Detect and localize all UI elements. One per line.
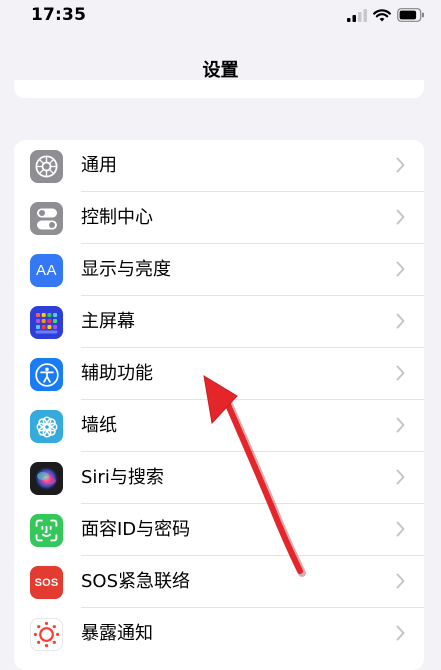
settings-row-label: 暴露通知 xyxy=(81,623,153,644)
page-title: 设置 xyxy=(202,60,239,81)
settings-row-siri-search[interactable]: Siri与搜索 xyxy=(14,452,424,504)
chevron-right-icon xyxy=(396,313,405,329)
exposure-icon xyxy=(30,618,63,651)
wifi-icon xyxy=(373,8,391,21)
chevron-right-icon xyxy=(396,417,405,433)
gear-icon xyxy=(30,150,63,183)
flower-icon xyxy=(30,410,63,443)
settings-row-label: 主屏幕 xyxy=(81,311,135,332)
status-time: 17:35 xyxy=(31,5,87,25)
accessibility-icon xyxy=(30,358,63,391)
settings-row-label: 显示与亮度 xyxy=(81,259,171,280)
sos-icon: SOS xyxy=(30,566,63,599)
settings-row-label: 控制中心 xyxy=(81,207,153,228)
chevron-right-icon xyxy=(396,365,405,381)
settings-row-face-id-passcode[interactable]: 面容ID与密码 xyxy=(14,504,424,556)
chevron-right-icon xyxy=(396,625,405,641)
status-bar: 17:35 xyxy=(0,0,441,36)
settings-row-label: 通用 xyxy=(81,155,117,176)
siri-icon xyxy=(30,462,63,495)
chevron-right-icon xyxy=(396,469,405,485)
settings-row-home-screen[interactable]: 主屏幕 xyxy=(14,296,424,348)
settings-row-label: 墙纸 xyxy=(81,415,117,436)
settings-row-display-brightness[interactable]: AA 显示与亮度 xyxy=(14,244,424,296)
chevron-right-icon xyxy=(396,157,405,173)
sos-glyph: SOS xyxy=(34,576,59,589)
settings-row-wallpaper[interactable]: 墙纸 xyxy=(14,400,424,452)
settings-row-label: 辅助功能 xyxy=(81,363,153,384)
status-icons xyxy=(347,7,425,23)
text-size-icon: AA xyxy=(30,254,63,287)
toggles-icon xyxy=(30,202,63,235)
cellular-signal-icon xyxy=(347,8,367,22)
settings-list: 通用 控制中心 AA 显示与亮度 主屏幕 辅助功能 墙纸 Siri与搜索 面容I… xyxy=(14,140,424,670)
settings-row-label: Siri与搜索 xyxy=(81,467,164,488)
chevron-right-icon xyxy=(396,209,405,225)
chevron-right-icon xyxy=(396,521,405,537)
settings-row-exposure-notifications[interactable]: 暴露通知 xyxy=(14,608,424,660)
text-size-glyph: AA xyxy=(35,262,57,279)
chevron-right-icon xyxy=(396,261,405,277)
settings-row-label: SOS紧急联络 xyxy=(81,571,191,592)
search-field-remnant[interactable] xyxy=(14,80,424,98)
app-grid-icon xyxy=(30,306,63,339)
settings-row-emergency-sos[interactable]: SOS SOS紧急联络 xyxy=(14,556,424,608)
settings-row-label: 面容ID与密码 xyxy=(81,519,191,540)
face-id-icon xyxy=(30,514,63,547)
settings-row-control-center[interactable]: 控制中心 xyxy=(14,192,424,244)
battery-icon xyxy=(397,8,424,22)
settings-row-general[interactable]: 通用 xyxy=(14,140,424,192)
settings-row-accessibility[interactable]: 辅助功能 xyxy=(14,348,424,400)
chevron-right-icon xyxy=(396,573,405,589)
